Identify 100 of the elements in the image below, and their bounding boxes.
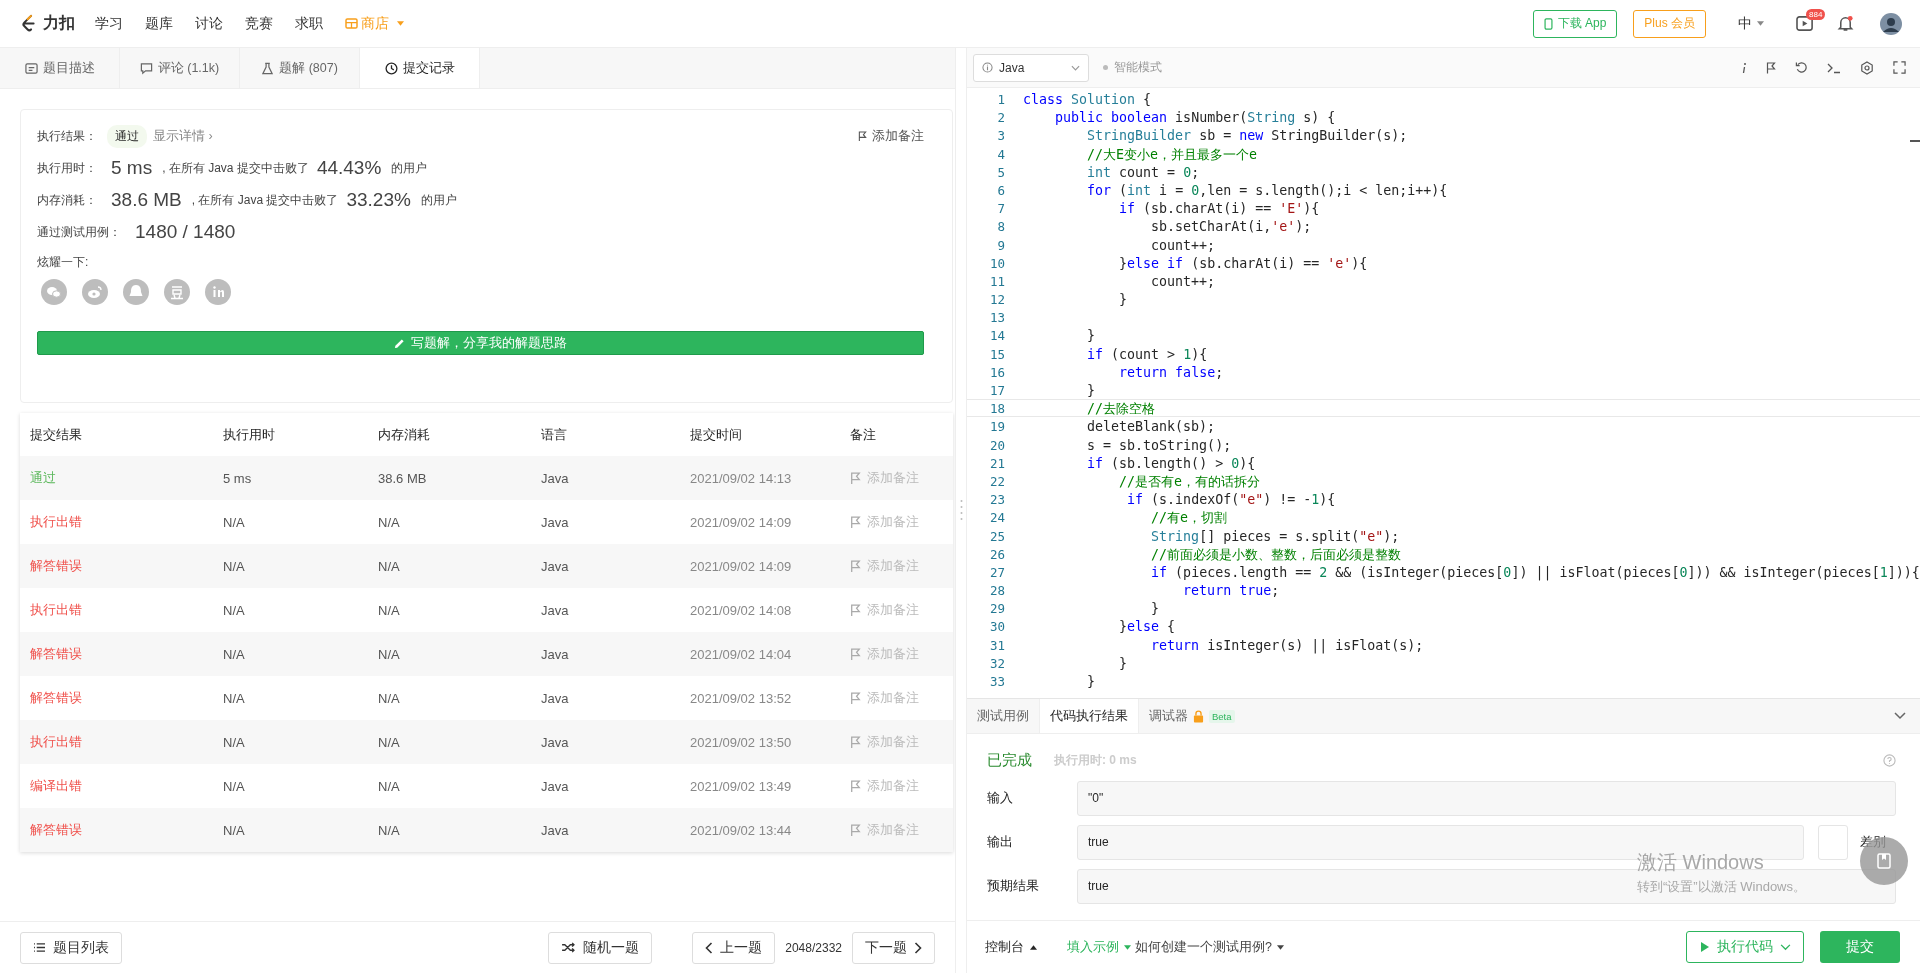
submission-status[interactable]: 解答错误 — [30, 822, 82, 837]
logo-icon[interactable] — [20, 14, 37, 33]
submission-status[interactable]: 解答错误 — [30, 646, 82, 661]
collapse-icon[interactable] — [1894, 712, 1906, 720]
comment-icon — [139, 61, 153, 75]
drag-handle-icon[interactable] — [959, 498, 963, 523]
code-line: public boolean isNumber(String s) { — [1054, 109, 1336, 126]
console-tab[interactable]: 测试用例 — [967, 699, 1039, 733]
console-toggle[interactable]: 控制台 — [985, 938, 1037, 956]
reset-icon[interactable] — [1795, 61, 1808, 74]
code-line: //去除空格 — [1086, 400, 1156, 417]
brand-name[interactable]: 力扣 — [43, 13, 75, 34]
table-cell-text: N/A — [378, 822, 401, 838]
diff-toggle[interactable] — [1818, 824, 1848, 860]
console-tab[interactable]: 代码执行结果 — [1039, 699, 1139, 733]
line-number: 5 — [996, 163, 1006, 180]
result-label: 执行结果： — [37, 127, 97, 145]
fullscreen-icon[interactable] — [1893, 61, 1906, 74]
pencil-icon — [394, 337, 405, 349]
caret-icon — [1124, 944, 1131, 950]
next-problem-button[interactable]: 下一题 — [852, 931, 935, 964]
add-note-link[interactable]: 添加备注 — [858, 127, 924, 145]
problem-tab[interactable]: 题目描述 — [0, 48, 120, 88]
nav-link[interactable]: 竞赛 — [245, 14, 273, 33]
stat-text: 的用户 — [391, 159, 428, 177]
terminal-icon[interactable] — [1827, 61, 1841, 74]
submission-row[interactable]: 解答错误 N/A N/A Java 2021/09/02 13:52 添加备注 — [20, 676, 953, 720]
code-line: } — [1086, 673, 1096, 690]
nav-link[interactable]: 题库 — [145, 14, 173, 33]
submission-status[interactable]: 解答错误 — [30, 690, 82, 705]
submission-row[interactable]: 执行出错 N/A N/A Java 2021/09/02 13:50 添加备注 — [20, 720, 953, 764]
submission-status[interactable]: 执行出错 — [30, 602, 82, 617]
submission-row[interactable]: 编译出错 N/A N/A Java 2021/09/02 13:49 添加备注 — [20, 764, 953, 808]
problem-list-button[interactable]: 题目列表 — [20, 931, 122, 964]
line-number: 14 — [988, 327, 1006, 344]
bell-icon[interactable] — [1837, 15, 1854, 32]
previous-problem-button[interactable]: 上一题 — [692, 931, 776, 964]
language-dropdown[interactable]: 中 — [1732, 13, 1770, 34]
clock-icon — [384, 61, 398, 75]
column-header: 内存消耗 — [378, 425, 431, 444]
line-number: 3 — [996, 127, 1006, 144]
test-case-help-link[interactable]: 如何创建一个测试用例? — [1135, 938, 1284, 956]
table-cell-text: N/A — [223, 558, 246, 574]
submission-row[interactable]: 解答错误 N/A N/A Java 2021/09/02 14:09 添加备注 — [20, 544, 953, 588]
info-icon[interactable] — [1741, 61, 1747, 74]
submission-row[interactable]: 执行出错 N/A N/A Java 2021/09/02 14:09 添加备注 — [20, 500, 953, 544]
table-cell-text: N/A — [378, 690, 401, 706]
code-line: s = sb.toString(); — [1086, 436, 1232, 453]
line-number: 21 — [988, 454, 1006, 471]
play-icon[interactable] — [1796, 15, 1815, 32]
caret-icon — [397, 21, 404, 26]
line-number: 32 — [988, 654, 1006, 671]
flag-icon — [850, 515, 861, 529]
notes-button[interactable] — [1860, 837, 1908, 885]
show-details-link[interactable]: 显示详情 › — [153, 127, 213, 145]
settings-icon[interactable] — [1860, 60, 1874, 75]
submission-row[interactable]: 解答错误 N/A N/A Java 2021/09/02 13:44 添加备注 — [20, 808, 953, 852]
table-cell-text: N/A — [378, 558, 401, 574]
stat-text: 的用户 — [420, 191, 457, 209]
line-number: 19 — [988, 418, 1006, 435]
submission-status[interactable]: 解答错误 — [30, 558, 82, 573]
table-cell-text: N/A — [378, 602, 401, 618]
diff-label: 差别 — [1860, 833, 1886, 851]
list-icon — [33, 942, 46, 953]
problem-position: 2048/2332 — [785, 940, 842, 955]
nav-link[interactable]: 学习 — [95, 14, 123, 33]
table-cell-text: Java — [541, 470, 570, 486]
code-line: int count = 0; — [1086, 163, 1200, 180]
result-field: "0" — [1077, 780, 1896, 816]
flag-icon[interactable] — [1766, 61, 1776, 74]
language-select[interactable]: Java — [973, 53, 1089, 82]
submission-status[interactable]: 执行出错 — [30, 734, 82, 749]
stat-label: 执行用时： — [37, 159, 97, 177]
nav-link[interactable]: 求职 — [295, 14, 323, 33]
run-status: 已完成 — [987, 750, 1032, 770]
field-label: 输入 — [987, 789, 1014, 807]
caret-up-icon — [1030, 944, 1037, 950]
table-cell-text: 5 ms — [223, 470, 253, 486]
console-tab[interactable]: 调试器 Beta — [1139, 699, 1245, 733]
notebook-icon — [1877, 853, 1891, 869]
problem-tab[interactable]: 评论 (1.1k) — [120, 48, 240, 88]
problem-tab[interactable]: 提交记录 — [360, 48, 480, 88]
code-line: deleteBlank(sb); — [1086, 418, 1216, 435]
table-cell-text: 2021/09/02 13:50 — [690, 734, 793, 750]
submission-status[interactable]: 执行出错 — [30, 514, 82, 529]
document-icon — [24, 61, 38, 75]
line-number: 4 — [996, 145, 1006, 162]
code-line: }else { — [1118, 618, 1176, 635]
submission-row[interactable]: 执行出错 N/A N/A Java 2021/09/02 14:08 添加备注 — [20, 588, 953, 632]
code-line: } — [1086, 327, 1096, 344]
chevron-down-icon — [1779, 943, 1791, 951]
avatar-icon[interactable] — [1880, 12, 1902, 35]
submission-status[interactable]: 编译出错 — [30, 778, 82, 793]
random-problem-button[interactable]: 随机一题 — [548, 931, 653, 964]
table-cell-text: 2021/09/02 13:44 — [690, 822, 793, 838]
table-cell-text: Java — [541, 778, 570, 794]
line-number: 30 — [988, 618, 1006, 635]
submission-row[interactable]: 解答错误 N/A N/A Java 2021/09/02 14:04 添加备注 — [20, 632, 953, 676]
table-cell-text: N/A — [223, 690, 246, 706]
nav-link[interactable]: 讨论 — [195, 14, 223, 33]
